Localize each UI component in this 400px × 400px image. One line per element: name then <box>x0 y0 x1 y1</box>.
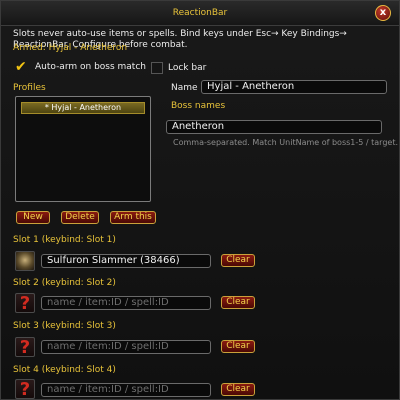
close-icon[interactable]: x <box>375 5 391 21</box>
boss-names-label: Boss names <box>171 101 226 111</box>
arm-this-button[interactable]: Arm this <box>110 211 156 224</box>
slot-3-label: Slot 3 (keybind: Slot 3) <box>13 321 116 331</box>
profile-item[interactable]: * Hyjal - Anetheron <box>21 102 145 114</box>
name-input-value: Hyjal - Anetheron <box>207 81 295 92</box>
name-input[interactable]: Hyjal - Anetheron <box>201 80 387 94</box>
boss-names-input[interactable]: Anetheron <box>166 120 382 134</box>
slot-2-name: Slot 2 <box>13 278 39 288</box>
slot-3-input[interactable] <box>41 340 211 354</box>
slot-3-clear-button[interactable]: Clear <box>221 340 255 353</box>
lock-bar-checkbox[interactable]: Lock bar <box>151 62 221 76</box>
slot-1-clear-button[interactable]: Clear <box>221 254 255 267</box>
slot-4-keybind: (keybind: Slot 4) <box>41 365 116 375</box>
question-mark-icon[interactable]: ? <box>15 337 35 357</box>
slot-2-label: Slot 2 (keybind: Slot 2) <box>13 278 116 288</box>
slot-2-input[interactable] <box>41 296 211 310</box>
reactionbar-window: ReactionBar x Slots never auto-use items… <box>0 0 400 400</box>
boss-names-hint: Comma-separated. Match UnitName of boss1… <box>173 138 398 147</box>
new-button[interactable]: New <box>16 211 50 224</box>
delete-button[interactable]: Delete <box>61 211 99 224</box>
slot-4-field[interactable] <box>47 384 210 396</box>
slot-1-field[interactable] <box>47 255 210 267</box>
profiles-header: Profiles <box>13 83 46 93</box>
slot-4-name: Slot 4 <box>13 365 39 375</box>
slot-3-name: Slot 3 <box>13 321 39 331</box>
slot-1-label: Slot 1 (keybind: Slot 1) <box>13 235 116 245</box>
title-bar[interactable]: ReactionBar x <box>1 1 399 26</box>
slot-1-keybind: (keybind: Slot 1) <box>41 235 116 245</box>
boss-names-value: Anetheron <box>172 121 225 132</box>
checkmark-icon: ✔ <box>15 59 27 75</box>
question-mark-icon[interactable]: ? <box>15 293 35 313</box>
slot-3-keybind: (keybind: Slot 3) <box>41 321 116 331</box>
lock-bar-box <box>151 62 163 74</box>
slot-4-label: Slot 4 (keybind: Slot 4) <box>13 365 116 375</box>
auto-arm-checkbox[interactable]: ✔ Auto-arm on boss match <box>15 59 155 75</box>
slot-2-field[interactable] <box>47 297 210 309</box>
name-label: Name <box>171 83 198 93</box>
slot-2-keybind: (keybind: Slot 2) <box>41 278 116 288</box>
slot-4-clear-button[interactable]: Clear <box>221 383 255 396</box>
slot-3-field[interactable] <box>47 341 210 353</box>
auto-arm-label: Auto-arm on boss match <box>35 62 146 72</box>
window-title: ReactionBar <box>172 8 228 18</box>
profiles-list[interactable]: * Hyjal - Anetheron <box>15 96 151 202</box>
question-mark-icon[interactable]: ? <box>15 379 35 399</box>
slot-2-clear-button[interactable]: Clear <box>221 296 255 309</box>
slot-4-input[interactable] <box>41 383 211 397</box>
lock-bar-label: Lock bar <box>168 63 207 73</box>
armed-status: Armed: Hyjal - Anetheron <box>13 43 128 53</box>
candle-icon[interactable] <box>15 251 35 271</box>
slot-1-name: Slot 1 <box>13 235 39 245</box>
slot-1-input[interactable] <box>41 254 211 268</box>
